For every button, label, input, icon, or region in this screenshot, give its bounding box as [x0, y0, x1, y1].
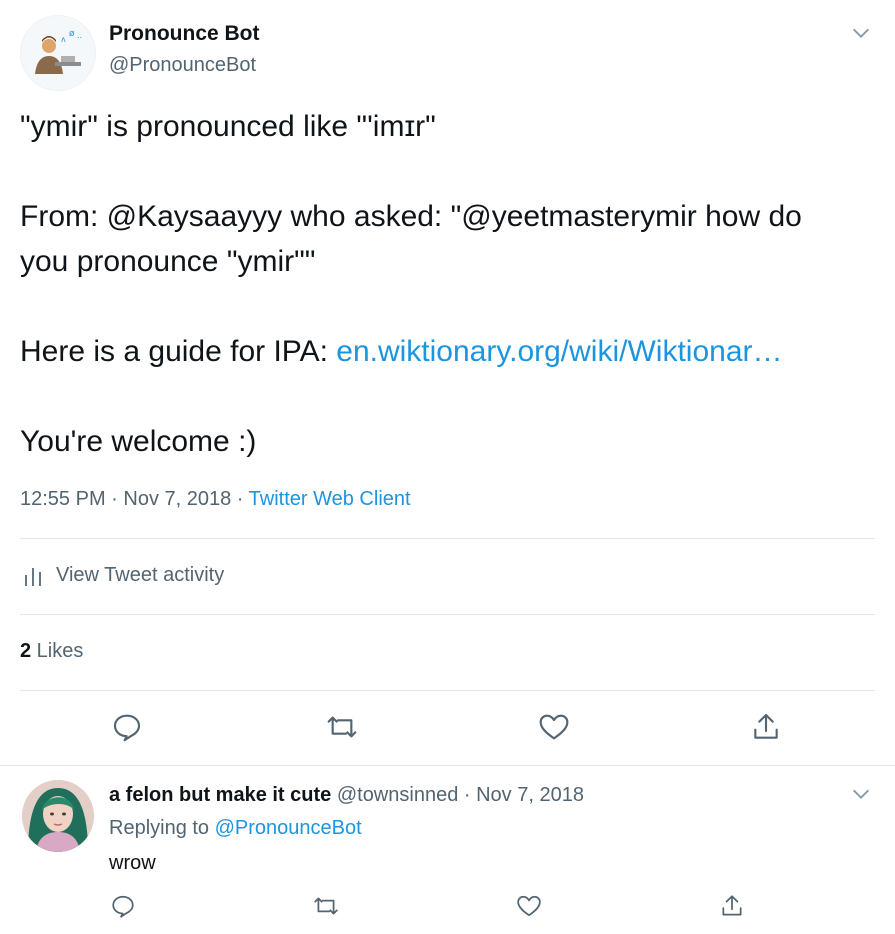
reply-author[interactable]: a felon but make it cute @townsinned · N… [109, 784, 584, 807]
divider [20, 690, 875, 691]
ipa-guide-label: Here is a guide for IPA: [20, 335, 337, 368]
tweet-meta: 12:55 PM · Nov 7, 2018 · Twitter Web Cli… [20, 488, 411, 511]
likes-number: 2 [20, 640, 32, 662]
reply-text: wrow [109, 852, 156, 874]
reply-icon[interactable] [110, 893, 136, 919]
share-icon[interactable] [750, 711, 782, 743]
author-handle[interactable]: @PronounceBot [109, 54, 256, 77]
avatar[interactable]: ʌ ø .. [20, 15, 96, 91]
like-icon[interactable] [538, 711, 570, 743]
activity-label: View Tweet activity [56, 564, 225, 586]
main-tweet: ʌ ø .. Pronounce Bot @PronounceBot "ymir… [0, 0, 895, 765]
wiktionary-link[interactable]: en.wiktionary.org/wiki/Wiktionar… [336, 335, 782, 368]
replying-to: Replying to @PronounceBot [109, 817, 362, 840]
tweet-line-2: From: @Kaysaayyy who asked: "@yeetmaster… [20, 200, 802, 233]
analytics-icon [25, 567, 41, 586]
replying-to-label: Replying to [109, 817, 215, 839]
reply-author-handle[interactable]: @townsinned [337, 784, 458, 806]
divider [20, 538, 875, 539]
svg-text:ø: ø [69, 29, 75, 39]
reply-date[interactable]: · Nov 7, 2018 [458, 784, 584, 806]
tweet-line-3: you pronounce "ymir"" [20, 245, 316, 278]
timestamp[interactable]: 12:55 PM · Nov 7, 2018 [20, 488, 231, 510]
chevron-down-icon[interactable] [850, 22, 872, 44]
reply-tweet[interactable]: a felon but make it cute @townsinned · N… [0, 765, 895, 934]
client-link[interactable]: Twitter Web Client [249, 488, 411, 510]
author-name[interactable]: Pronounce Bot [109, 22, 260, 46]
meta-separator: · [231, 488, 249, 510]
svg-text:..: .. [77, 31, 82, 40]
tweet-line-4: Here is a guide for IPA: en.wiktionary.o… [20, 329, 783, 374]
chevron-down-icon[interactable] [850, 783, 872, 805]
avatar[interactable] [22, 780, 94, 852]
divider [20, 614, 875, 615]
retweet-icon[interactable] [326, 711, 358, 743]
svg-text:ʌ: ʌ [61, 35, 66, 44]
reply-author-name[interactable]: a felon but make it cute [109, 784, 331, 806]
view-tweet-activity[interactable]: View Tweet activity [24, 564, 224, 587]
tweet-line-1: "ymir" is pronounced like "'imɪr" [20, 110, 436, 143]
replying-to-mention[interactable]: @PronounceBot [215, 817, 362, 839]
likes-count[interactable]: 2 Likes [20, 640, 83, 663]
reply-icon[interactable] [111, 711, 143, 743]
retweet-icon[interactable] [313, 893, 339, 919]
likes-label: Likes [31, 640, 84, 662]
like-icon[interactable] [516, 893, 542, 919]
tweet-line-5: You're welcome :) [20, 425, 257, 458]
share-icon[interactable] [719, 893, 745, 919]
